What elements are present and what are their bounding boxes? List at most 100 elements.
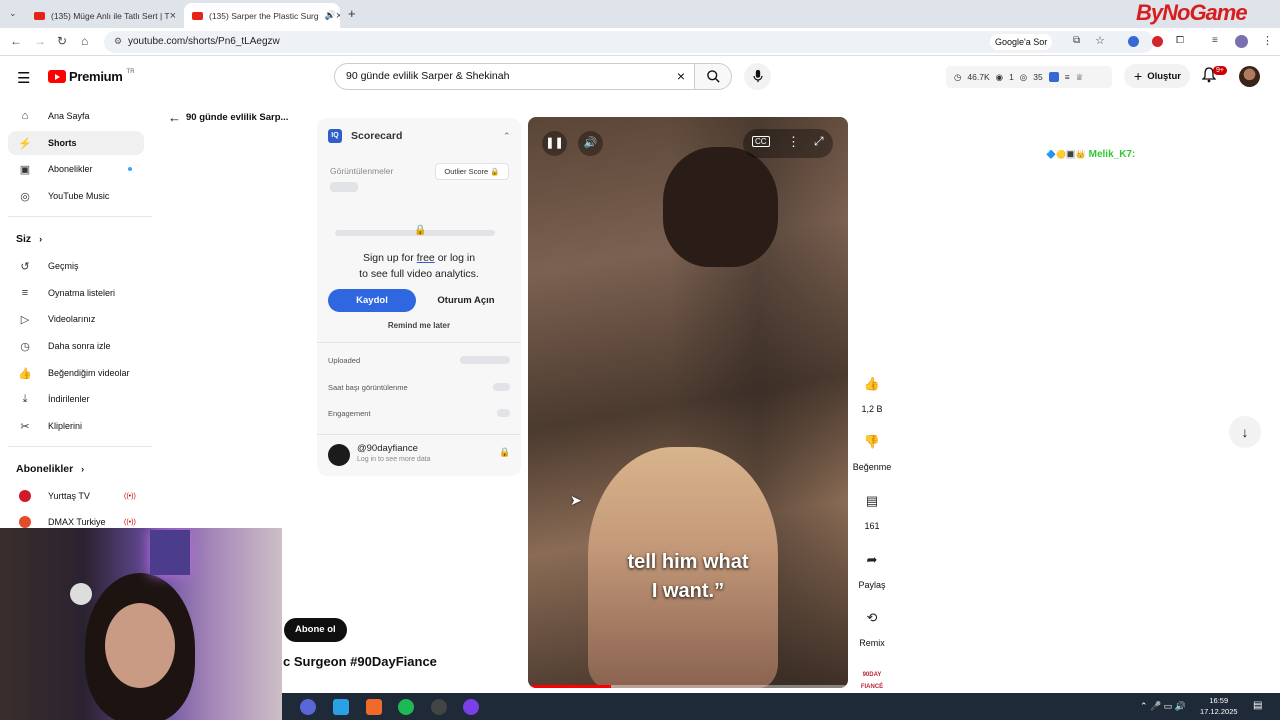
list-icon[interactable]: ≡ <box>1065 72 1070 82</box>
shorts-video-player[interactable]: ❚❚ 🔊 CC ⋮ ⤢ tell him what I want.” <box>528 117 848 688</box>
create-button[interactable]: + Oluştur <box>1124 64 1190 88</box>
sidebar-item-history[interactable]: ↺ Geçmiş <box>8 254 144 278</box>
obs-icon[interactable] <box>431 699 447 715</box>
sidebar-item-downloads[interactable]: ⤓ İndirilenler <box>8 387 144 411</box>
youtube-favicon-icon <box>34 11 45 20</box>
fullscreen-icon[interactable]: ⤢ <box>814 134 824 149</box>
bynogame-watermark: ByNoGame <box>1136 0 1248 26</box>
hamburger-menu-icon[interactable]: ☰ <box>17 69 30 87</box>
home-icon: ⌂ <box>21 110 29 122</box>
audio-playing-icon[interactable]: 🔊 <box>325 10 336 21</box>
login-button[interactable]: Oturum Açın <box>423 289 509 312</box>
trophy-icon[interactable]: ♕ <box>1076 72 1084 83</box>
channel-brand-logo[interactable]: 90DAY FIANCÉ <box>858 669 886 690</box>
browser-menu-icon[interactable]: ⋮ <box>1262 34 1273 47</box>
site-info-icon[interactable]: ⚙ <box>114 36 122 47</box>
dislike-button[interactable]: 👎 Beğenme <box>852 426 892 472</box>
extensions-puzzle-icon[interactable]: ⧠ <box>1176 35 1184 46</box>
search-input[interactable]: 90 günde evlilik Sarper & Shekinah × <box>334 63 694 90</box>
signup-free-link[interactable]: free <box>417 252 435 264</box>
remix-button[interactable]: ⟲ Remix <box>852 602 892 648</box>
search-button[interactable] <box>694 63 732 90</box>
sidebar-item-label: Shorts <box>48 138 77 148</box>
extension-icon[interactable] <box>1128 36 1139 47</box>
channel-avatar <box>19 516 31 528</box>
url-text: youtube.com/shorts/Pn6_tLAegzw <box>128 36 280 47</box>
brand-mark: 90DAY FIANCÉ <box>860 672 884 690</box>
captions-icon[interactable]: CC <box>752 136 770 147</box>
home-icon[interactable]: ⌂ <box>81 34 88 48</box>
dislike-label: Beğenme <box>852 462 892 472</box>
tab-sarper-active[interactable]: (135) Sarper the Plastic Surg 🔊 × <box>184 3 340 28</box>
views-value-blurred <box>330 182 358 192</box>
like-button[interactable]: 👍 1,2 B <box>852 368 892 414</box>
sidebar-item-subscriptions[interactable]: ▣ Abonelikler <box>8 157 144 181</box>
sidebar-item-playlists[interactable]: ≡ Oynatma listeleri <box>8 281 144 305</box>
youtube-premium-logo[interactable]: Premium TR <box>48 69 135 84</box>
install-app-icon[interactable]: ⧉ <box>1073 35 1080 46</box>
sidebar-item-shorts[interactable]: ⚡ Shorts <box>8 131 144 155</box>
pause-button[interactable]: ❚❚ <box>542 131 567 156</box>
sidebar-sub-yurttas-tv[interactable]: Yurttaş TV ((•)) <box>8 484 144 508</box>
google-ask-label: Google'a Sor <box>995 37 1048 47</box>
brave-icon[interactable] <box>366 699 382 715</box>
like-icon: 👍 <box>18 367 32 380</box>
search-icon <box>707 70 720 83</box>
progress-track[interactable] <box>528 685 848 688</box>
tab-list-icon[interactable]: ⌄ <box>9 8 17 19</box>
extension-logo-icon[interactable] <box>1048 72 1059 82</box>
google-ask-button[interactable]: Google'a Sor <box>990 34 1053 50</box>
sidebar-item-youtube-music[interactable]: ◎ YouTube Music <box>8 184 144 208</box>
stream-chat-message: 🔷🟡🔳👑 Melik_K7: <box>1046 149 1135 160</box>
notification-center-icon[interactable]: ▤ <box>1253 700 1262 711</box>
steam-icon[interactable] <box>333 699 349 715</box>
engagement-value-blurred <box>497 409 510 417</box>
signup-button[interactable]: Kaydol <box>328 289 416 312</box>
outlier-score-button[interactable]: Outlier Score 🔒 <box>435 163 509 180</box>
channel-handle[interactable]: @90dayfiance <box>357 443 418 454</box>
divider <box>317 342 521 343</box>
hourly-views-label: Saat başı görüntülenme <box>328 383 408 392</box>
clear-search-icon[interactable]: × <box>677 64 685 89</box>
profile-avatar[interactable] <box>1235 35 1248 48</box>
opera-extension-icon[interactable] <box>1152 36 1163 47</box>
divider <box>317 434 521 435</box>
system-tray-icons[interactable]: ⌃ 🎤 ▭ 🔊 <box>1140 701 1186 712</box>
sidebar-item-liked-videos[interactable]: 👍 Beğendiğim videolar <box>8 361 144 385</box>
sidebar-item-label: YouTube Music <box>48 191 110 201</box>
remind-later-link[interactable]: Remind me later <box>317 321 521 330</box>
volume-button[interactable]: 🔊 <box>578 131 603 156</box>
subscribe-button[interactable]: Abone ol <box>284 618 347 642</box>
signup-text: Sign up for <box>362 252 414 264</box>
live-icon: ((•)) <box>124 492 136 500</box>
hourly-value-blurred <box>493 383 510 391</box>
sidebar-item-home[interactable]: ⌂ Ana Sayfa <box>8 104 144 128</box>
comments-button[interactable]: ▤ 161 <box>852 485 892 531</box>
new-tab-icon[interactable]: + <box>348 6 356 21</box>
discord-icon[interactable] <box>300 699 316 715</box>
collapse-chevron-icon[interactable]: ⌃ <box>503 131 511 142</box>
sidebar-subscriptions-heading[interactable]: Abonelikler › <box>16 463 84 475</box>
voice-search-button[interactable] <box>744 63 771 90</box>
next-video-button[interactable]: ↓ <box>1229 416 1261 448</box>
sidebar-you-heading[interactable]: Siz › <box>16 233 42 245</box>
spotify-icon[interactable] <box>398 699 414 715</box>
sidebar-item-watch-later[interactable]: ◷ Daha sonra izle <box>8 334 144 358</box>
sidebar-item-your-videos[interactable]: ▷ Videolarınız <box>8 307 144 331</box>
close-tab-icon[interactable]: × <box>336 10 340 22</box>
share-button[interactable]: ➦ Paylaş <box>852 544 892 590</box>
back-arrow-icon[interactable]: ← <box>10 34 22 48</box>
account-avatar[interactable] <box>1239 66 1260 87</box>
forward-arrow-icon[interactable]: → <box>34 34 46 48</box>
media-control-icon[interactable]: ≡ <box>1212 35 1218 46</box>
lock-icon: 🔒 <box>490 167 500 176</box>
bookmark-star-icon[interactable]: ☆ <box>1095 34 1105 47</box>
reload-icon[interactable]: ↻ <box>57 34 67 48</box>
back-arrow-icon[interactable]: ← <box>168 110 181 125</box>
microphone-icon <box>753 69 763 83</box>
close-tab-icon[interactable]: × <box>170 10 176 22</box>
tab-muge-anli[interactable]: (135) Müge Anlı ile Tatlı Sert | T × <box>26 3 182 28</box>
more-options-icon[interactable]: ⋮ <box>787 134 800 150</box>
sidebar-item-clips[interactable]: ✂ Kliplerini <box>8 414 144 438</box>
app-icon[interactable] <box>463 699 479 715</box>
